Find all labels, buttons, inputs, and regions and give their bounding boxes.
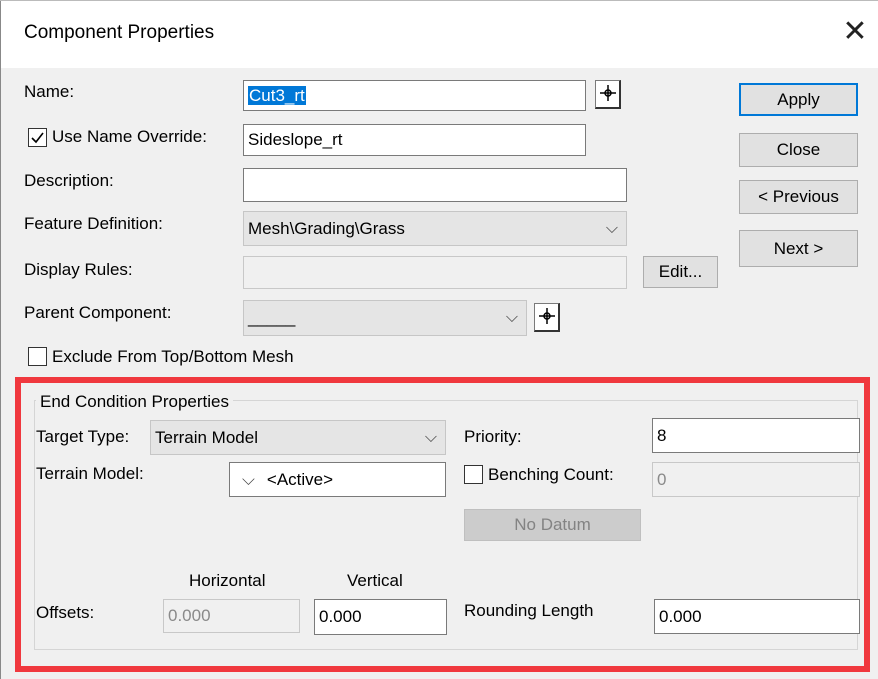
parent-component-dropdown[interactable]: _____ ⌵: [243, 300, 527, 336]
highlight-annotation-box: [15, 377, 870, 672]
apply-button[interactable]: Apply: [739, 83, 858, 116]
feature-definition-label: Feature Definition:: [24, 214, 163, 233]
description-label: Description:: [24, 171, 114, 190]
feature-definition-value: Mesh\Grading\Grass: [248, 219, 405, 238]
parent-pick-button[interactable]: [534, 303, 560, 332]
close-button[interactable]: Close: [739, 133, 858, 167]
name-override-label: Use Name Override:: [52, 127, 207, 146]
edit-display-rules-button[interactable]: Edit...: [643, 256, 718, 288]
next-button[interactable]: Next >: [739, 230, 858, 267]
display-rules-label: Display Rules:: [24, 260, 133, 279]
chevron-down-icon: ⌵: [605, 220, 618, 237]
window-border: [0, 0, 1, 679]
name-field[interactable]: Cut3_rt: [243, 80, 586, 111]
close-icon[interactable]: ✕: [838, 12, 872, 52]
crosshair-icon: [600, 85, 616, 101]
feature-definition-dropdown[interactable]: Mesh\Grading\Grass ⌵: [243, 211, 627, 246]
name-label: Name:: [24, 82, 75, 101]
crosshair-icon: [539, 308, 555, 324]
description-field[interactable]: [243, 168, 627, 202]
previous-button[interactable]: < Previous: [739, 180, 858, 214]
exclude-mesh-label: Exclude From Top/Bottom Mesh: [52, 347, 294, 366]
exclude-mesh-checkbox[interactable]: [28, 347, 47, 366]
checkmark-icon: [31, 132, 44, 144]
parent-component-label: Parent Component:: [24, 303, 172, 322]
dialog-title: Component Properties: [24, 22, 215, 43]
chevron-down-icon: ⌵: [505, 309, 518, 326]
window-border-top: [0, 0, 878, 1]
name-value: Cut3_rt: [248, 86, 306, 105]
name-override-field[interactable]: Sideslope_rt: [243, 124, 586, 156]
name-override-checkbox[interactable]: [28, 128, 47, 147]
parent-component-value: _____: [248, 308, 296, 327]
display-rules-field: [243, 256, 627, 289]
name-pick-button[interactable]: [595, 80, 621, 109]
